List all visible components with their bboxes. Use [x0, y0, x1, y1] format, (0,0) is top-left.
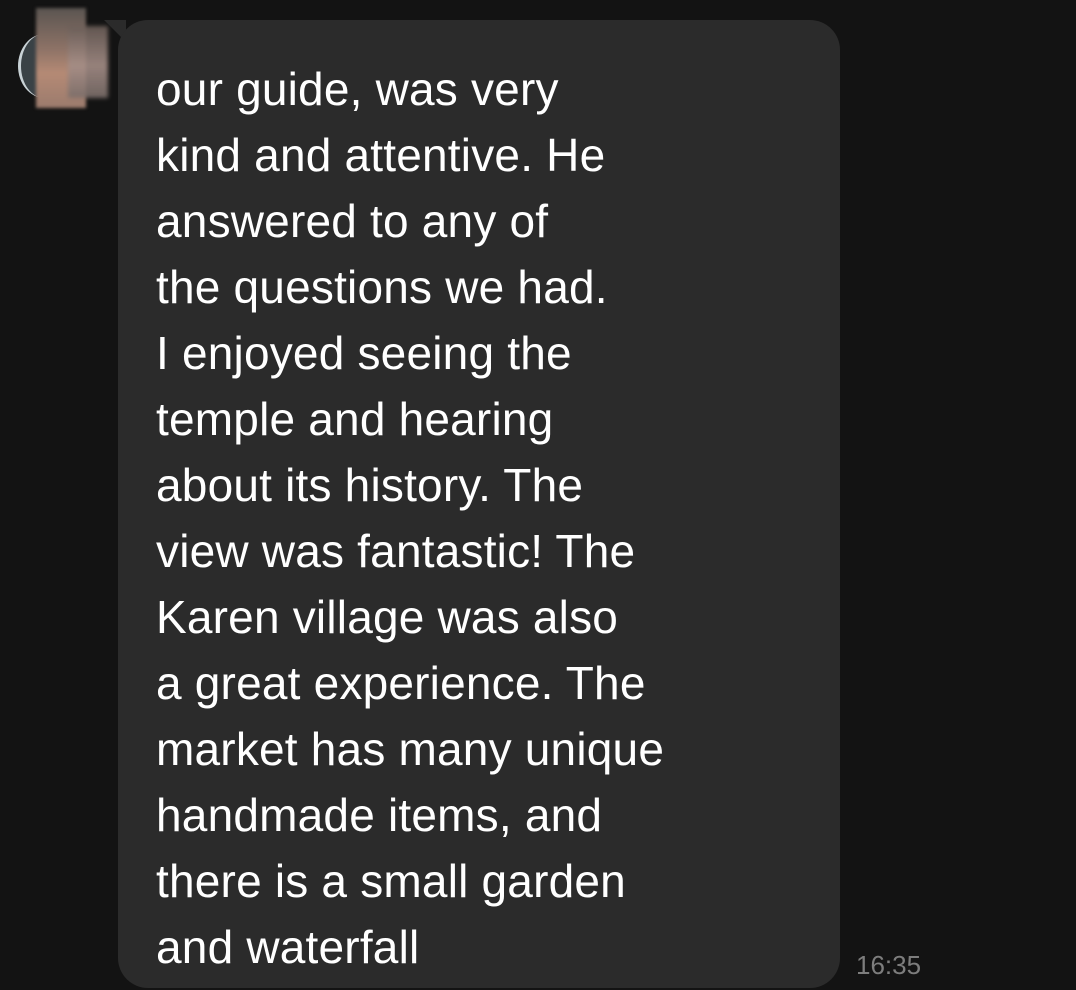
- message-line: handmade items, and: [156, 789, 603, 841]
- message-line: Karen village was also: [156, 591, 619, 643]
- message-line: the questions we had.: [156, 261, 608, 313]
- chat-view: our guide, was very kind and attentive. …: [0, 0, 1076, 990]
- sender-avatar[interactable]: [18, 8, 110, 108]
- message-line: answered to any of: [156, 195, 549, 247]
- message-line: I enjoyed seeing the: [156, 327, 572, 379]
- avatar-blurred-image-overlay: [68, 26, 108, 98]
- message-line: temple and hearing: [156, 393, 554, 445]
- message-line: and waterfall: [156, 921, 420, 973]
- message-line: market has many unique: [156, 723, 665, 775]
- message-line: kind and attentive. He: [156, 129, 606, 181]
- message-line: about its history. The: [156, 459, 584, 511]
- message-line: our guide, was very: [156, 63, 559, 115]
- message-line: view was fantastic! The: [156, 525, 636, 577]
- message-line: a great experience. The: [156, 657, 646, 709]
- message-timestamp: 16:35: [856, 950, 922, 980]
- message-line: there is a small garden: [156, 855, 626, 907]
- message-bubble[interactable]: our guide, was very kind and attentive. …: [118, 20, 840, 988]
